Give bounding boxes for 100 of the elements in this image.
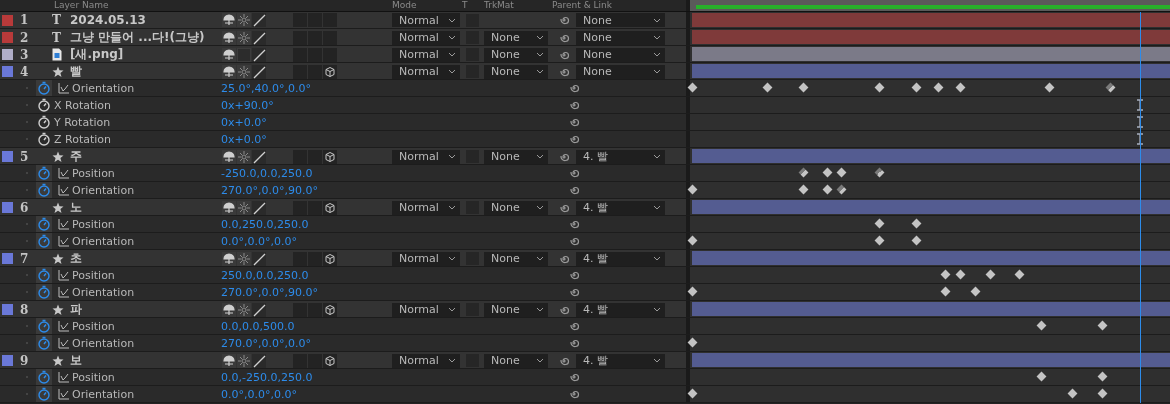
sun-switch-icon[interactable] (237, 30, 251, 45)
parent-dropdown[interactable]: None (576, 30, 665, 45)
pick-whip-icon[interactable] (568, 167, 580, 179)
property-value[interactable]: 270.0°,0.0°,0.0° (221, 336, 567, 350)
track-matte-dropdown[interactable]: None (484, 149, 548, 164)
property-value[interactable]: 270.0°,0.0°,90.0° (221, 183, 567, 197)
mode-dropdown[interactable]: Normal (392, 251, 460, 266)
quality-switch-icon[interactable] (252, 30, 266, 45)
column-header[interactable]: Layer Name (54, 0, 392, 11)
shy-switch-icon[interactable] (222, 47, 236, 62)
shy-switch-icon[interactable] (222, 149, 236, 164)
layer-name[interactable]: 2024.05.13 (70, 13, 222, 27)
quality-switch-icon[interactable] (252, 353, 266, 368)
layer-name[interactable]: 빨 (70, 63, 222, 80)
track-matte-dropdown[interactable]: None (484, 47, 548, 62)
mode-dropdown[interactable]: Normal (392, 13, 460, 27)
stopwatch-icon[interactable] (36, 97, 52, 113)
pick-whip-icon[interactable] (558, 14, 570, 26)
playhead-line[interactable] (1139, 12, 1141, 403)
shy-switch-icon[interactable] (222, 302, 236, 317)
label-color-swatch[interactable] (2, 202, 13, 213)
layer-name[interactable]: 노 (70, 199, 222, 216)
quality-switch-icon[interactable] (252, 302, 266, 317)
graph-icon[interactable] (58, 218, 70, 230)
property-value[interactable]: 0x+0.0° (221, 132, 567, 146)
cube-icon[interactable] (323, 251, 337, 266)
switch-slot[interactable] (308, 13, 322, 27)
shy-switch-icon[interactable] (222, 64, 236, 79)
layer-name[interactable]: 보 (70, 352, 222, 369)
quality-switch-icon[interactable] (252, 47, 266, 62)
graph-icon[interactable] (58, 320, 70, 332)
quality-switch-icon[interactable] (252, 64, 266, 79)
column-header[interactable]: Mode (392, 0, 462, 11)
stopwatch-icon[interactable] (36, 114, 52, 130)
track-matte-dropdown[interactable]: None (484, 30, 548, 45)
graph-icon[interactable] (58, 82, 70, 94)
property-value[interactable]: 0x+90.0° (221, 98, 567, 112)
track-matte-dropdown[interactable]: None (484, 353, 548, 368)
pick-whip-icon[interactable] (568, 116, 580, 128)
quality-switch-icon[interactable] (252, 200, 266, 215)
parent-dropdown[interactable]: 4. 빨 (576, 149, 665, 164)
graph-icon[interactable] (58, 286, 70, 298)
graph-icon[interactable] (58, 269, 70, 281)
sun-switch-icon[interactable] (237, 251, 251, 266)
label-color-swatch[interactable] (2, 355, 13, 366)
mode-dropdown[interactable]: Normal (392, 47, 460, 62)
layer-name[interactable]: 초 (70, 250, 222, 267)
track-matte-dropdown[interactable]: None (484, 200, 548, 215)
property-value[interactable]: 0.0°,0.0°,0.0° (221, 234, 567, 248)
quality-switch-icon[interactable] (252, 149, 266, 164)
mode-dropdown[interactable]: Normal (392, 30, 460, 45)
graph-icon[interactable] (58, 371, 70, 383)
layer-name[interactable]: 파 (70, 301, 222, 318)
graph-icon[interactable] (58, 337, 70, 349)
pick-whip-icon[interactable] (568, 235, 580, 247)
cube-icon[interactable] (323, 302, 337, 317)
column-header[interactable]: Parent & Link (552, 0, 642, 11)
mode-dropdown[interactable]: Normal (392, 149, 460, 164)
track-matte-dropdown[interactable]: None (484, 302, 548, 317)
mode-dropdown[interactable]: Normal (392, 302, 460, 317)
preserve-transparency-checkbox[interactable] (466, 13, 479, 27)
pick-whip-icon[interactable] (568, 82, 580, 94)
quality-switch-icon[interactable] (252, 251, 266, 266)
property-value[interactable]: 0.0,-250.0,250.0 (221, 370, 567, 384)
cube-icon[interactable] (323, 149, 337, 164)
parent-dropdown[interactable]: 4. 빨 (576, 200, 665, 215)
property-value[interactable]: -250.0,0.0,250.0 (221, 166, 567, 180)
parent-dropdown[interactable]: 4. 빨 (576, 302, 665, 317)
sun-switch-icon[interactable] (237, 13, 251, 27)
cube-icon[interactable] (323, 64, 337, 79)
column-header[interactable]: TrkMat (484, 0, 552, 11)
mode-dropdown[interactable]: Normal (392, 64, 460, 79)
pick-whip-icon[interactable] (568, 218, 580, 230)
stopwatch-icon[interactable] (36, 131, 52, 147)
track-matte-dropdown[interactable]: None (484, 64, 548, 79)
pick-whip-icon[interactable] (568, 269, 580, 281)
quality-switch-icon[interactable] (252, 13, 266, 27)
graph-icon[interactable] (58, 235, 70, 247)
sun-switch-icon[interactable] (237, 353, 251, 368)
parent-dropdown[interactable]: 4. 빨 (576, 251, 665, 266)
mode-dropdown[interactable]: Normal (392, 353, 460, 368)
keyframe-marker-icon[interactable] (1135, 99, 1144, 111)
property-value[interactable]: 0.0,250.0,250.0 (221, 217, 567, 231)
shy-switch-icon[interactable] (222, 251, 236, 266)
parent-dropdown[interactable]: None (576, 47, 665, 62)
label-color-swatch[interactable] (2, 151, 13, 162)
sun-switch-icon[interactable] (237, 200, 251, 215)
parent-dropdown[interactable]: None (576, 13, 665, 27)
graph-icon[interactable] (58, 184, 70, 196)
switch-slot[interactable] (293, 13, 307, 27)
layer-name[interactable]: 그냥 만들어 ...다!(그냥) (70, 29, 222, 46)
switch-slot[interactable] (237, 47, 251, 62)
sun-switch-icon[interactable] (237, 64, 251, 79)
graph-icon[interactable] (58, 388, 70, 400)
pick-whip-icon[interactable] (568, 99, 580, 111)
sun-switch-icon[interactable] (237, 302, 251, 317)
pick-whip-icon[interactable] (568, 371, 580, 383)
pick-whip-icon[interactable] (568, 320, 580, 332)
mode-dropdown[interactable]: Normal (392, 200, 460, 215)
label-color-swatch[interactable] (2, 253, 13, 264)
